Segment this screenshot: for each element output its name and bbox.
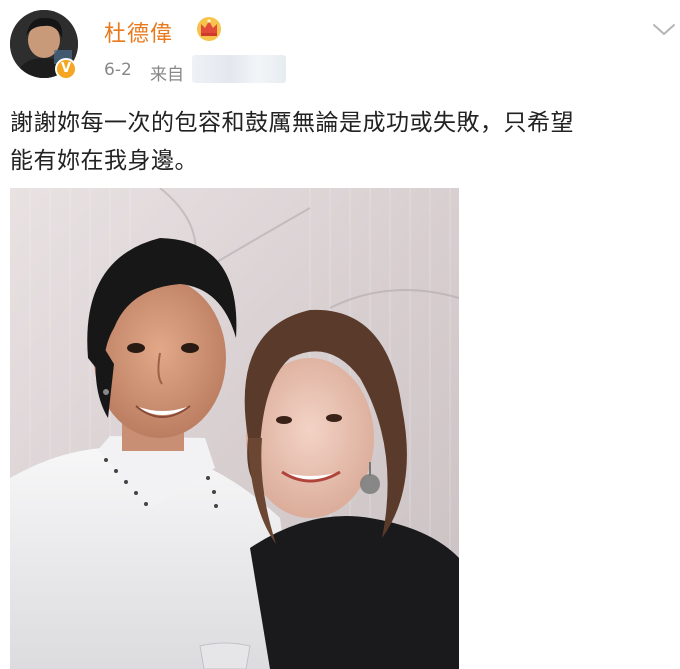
post-source-label: 来自 <box>150 65 184 85</box>
post-text: 謝謝妳每一次的包容和鼓厲無論是成功或失敗，只希望 能有妳在我身邊。 <box>10 104 670 180</box>
username[interactable]: 杜德偉 <box>104 16 173 48</box>
post-date: 6-2 <box>104 60 132 80</box>
post-text-line: 謝謝妳每一次的包容和鼓厲無論是成功或失敗，只希望 <box>10 110 574 136</box>
post-text-line: 能有妳在我身邊。 <box>10 148 198 174</box>
post-source-redacted <box>192 55 286 83</box>
verified-badge-icon: V <box>55 58 77 80</box>
crown-icon <box>197 17 221 41</box>
chevron-down-icon[interactable] <box>651 22 677 38</box>
post-photo[interactable] <box>10 188 459 669</box>
